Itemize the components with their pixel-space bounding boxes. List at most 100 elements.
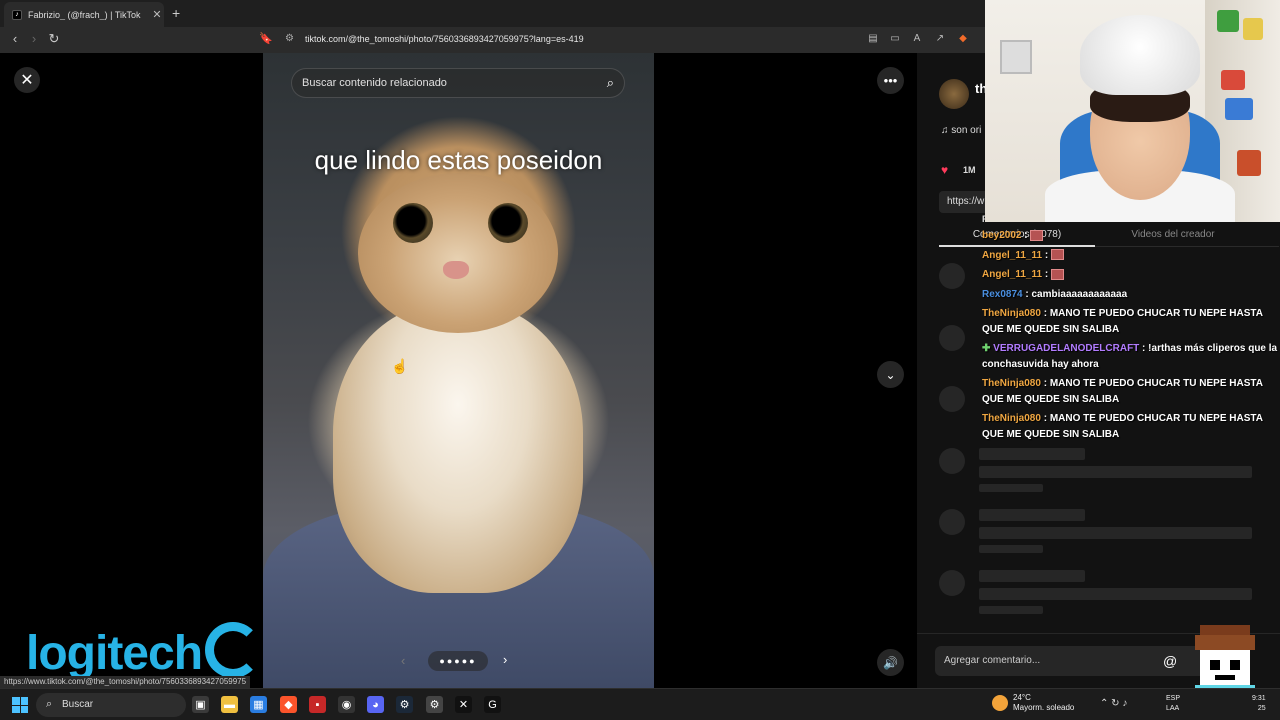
address-bar-url[interactable]: tiktok.com/@the_tomoshi/photo/7560336893…: [305, 34, 584, 44]
cat-body: [333, 303, 583, 593]
search-placeholder: Buscar contenido relacionado: [302, 77, 447, 89]
heart-icon[interactable]: ♥: [941, 163, 948, 177]
cat-photo[interactable]: Buscar contenido relacionado ⌕ que lindo…: [263, 53, 654, 688]
chat-message: TheNinja080 : MANO TE PUEDO CHUCAR TU NE…: [980, 376, 1280, 407]
browser-tabbar: ♪ Fabrizio_ (@frach_) | TikTok ✕ +: [0, 0, 985, 27]
chat-separator: :: [1040, 308, 1050, 319]
chat-separator: :: [1021, 230, 1031, 241]
tab-title: Fabrizio_ (@frach_) | TikTok: [28, 9, 141, 20]
bookmark-icon[interactable]: 🔖: [259, 32, 273, 45]
streamer-webcam: [985, 0, 1280, 222]
brave-shield-icon[interactable]: ◆: [956, 33, 970, 47]
photo-pagination-dots[interactable]: ●●●●●: [428, 651, 488, 671]
share-icon[interactable]: ↗: [933, 33, 947, 47]
language-indicator[interactable]: ESP LAA: [1166, 694, 1180, 714]
logitech-ghub-icon[interactable]: G: [484, 696, 501, 713]
skeleton-line: [979, 570, 1085, 582]
skeleton-line: [979, 466, 1252, 478]
discord-icon[interactable]: ◕: [367, 696, 384, 713]
chat-separator: :: [1042, 249, 1051, 261]
cast-icon[interactable]: ▭: [888, 33, 902, 47]
toy-figure: [1225, 98, 1253, 120]
next-video-button[interactable]: ⌄: [877, 361, 904, 388]
keyboard-layout: LAA: [1166, 705, 1180, 712]
photo-caption: que lindo estas poseidon: [314, 145, 603, 175]
tab-close-icon[interactable]: ✕: [150, 8, 164, 21]
forward-icon[interactable]: ›: [25, 31, 43, 46]
prev-photo-button[interactable]: ‹: [401, 653, 405, 668]
skeleton-line: [979, 545, 1043, 553]
chat-message: TheNinja080 : MANO TE PUEDO CHUCAR TU NE…: [980, 306, 1280, 337]
weather-widget[interactable]: 24°C Mayorm. soleado: [1013, 693, 1074, 713]
chat-username: bey2002: [982, 230, 1022, 241]
skeleton-line: [979, 606, 1043, 614]
brave-browser-icon[interactable]: ◆: [280, 696, 297, 713]
taskbar-clock[interactable]: 9:31 25: [1252, 694, 1266, 714]
app-icon[interactable]: ▪: [309, 696, 326, 713]
creator-avatar[interactable]: [939, 79, 969, 109]
chat-text: cambiaaaaaaaaaaaa: [1031, 288, 1128, 300]
close-button[interactable]: ✕: [14, 67, 40, 93]
comment-placeholder: Agregar comentario...: [944, 655, 1041, 666]
reload-icon[interactable]: ↻: [45, 31, 63, 47]
translate-icon[interactable]: A: [910, 33, 924, 47]
chat-separator: :: [1139, 343, 1149, 354]
music-label[interactable]: ♫ son ori: [941, 125, 981, 136]
weather-sun-icon: [992, 695, 1008, 711]
volume-button[interactable]: 🔊: [877, 649, 904, 676]
windows-start-icon[interactable]: [12, 697, 28, 713]
chat-username: TheNinja080: [982, 413, 1041, 424]
search-icon: ⌕: [46, 698, 53, 710]
settings-icon[interactable]: ⚙: [426, 696, 443, 713]
logitech-logo: logitech: [26, 627, 203, 680]
tiktok-photo-viewer: ✕ Buscar contenido relacionado ⌕ que lin…: [0, 53, 917, 688]
file-explorer-icon[interactable]: ▬: [221, 696, 238, 713]
new-tab-button[interactable]: +: [172, 5, 180, 21]
site-info-icon[interactable]: ⚙: [285, 33, 294, 44]
streamer-cap: [1080, 15, 1200, 95]
toy-figure: [1237, 150, 1261, 176]
chat-emote-icon: [1050, 268, 1064, 280]
stream-chat-overlay: bey2002 : Angel_11_11 : Angel_11_11 : Re…: [980, 228, 1280, 446]
skeleton-avatar: [939, 263, 965, 289]
tiktok-favicon-icon: ♪: [12, 9, 22, 20]
more-options-button[interactable]: •••: [877, 67, 904, 94]
skeleton-line: [979, 588, 1252, 600]
toy-figure: [1243, 18, 1263, 40]
chat-message: bey2002 :: [980, 228, 1280, 244]
skeleton-line: [979, 509, 1085, 521]
like-count: 1M: [963, 165, 976, 175]
toy-figure: [1221, 70, 1245, 90]
browser-navbar: ‹ › ↻ 🔖 ⚙ tiktok.com/@the_tomoshi/photo/…: [0, 27, 985, 53]
steam-icon[interactable]: ⚙: [396, 696, 413, 713]
skeleton-avatar: [939, 509, 965, 535]
search-icon[interactable]: ⌕: [607, 75, 614, 91]
skeleton-line: [979, 484, 1043, 492]
chat-separator: :: [1040, 378, 1050, 389]
clock-date: 25: [1257, 705, 1266, 712]
chat-username: TheNinja080: [982, 308, 1041, 319]
capcut-icon[interactable]: ✕: [455, 696, 472, 713]
obs-icon[interactable]: ◉: [338, 696, 355, 713]
task-view-icon[interactable]: ▣: [192, 696, 209, 713]
hand-cursor-icon: ☝: [391, 358, 409, 374]
taskbar-search-label: Buscar: [62, 699, 94, 710]
cat-nose: [443, 261, 469, 279]
mention-icon[interactable]: @: [1163, 653, 1177, 669]
back-icon[interactable]: ‹: [6, 31, 24, 46]
next-photo-button[interactable]: ›: [503, 652, 507, 667]
taskbar-search[interactable]: Buscar: [36, 693, 186, 717]
cat-eye-right: [488, 203, 528, 243]
cat-eye-left: [393, 203, 433, 243]
browser-tab[interactable]: ♪ Fabrizio_ (@frach_) | TikTok ✕: [4, 2, 164, 27]
store-icon[interactable]: ▦: [250, 696, 267, 713]
chat-message: Angel_11_11 :: [980, 248, 1280, 264]
reader-icon[interactable]: ▤: [866, 33, 880, 47]
chat-emote-icon: [1030, 229, 1044, 241]
toy-figure: [1217, 10, 1239, 32]
weather-desc: Mayorm. soleado: [1013, 703, 1075, 712]
cat-poster: [1000, 40, 1032, 74]
system-tray-icons[interactable]: ⌃ ↻ ♪: [1100, 698, 1127, 709]
related-search-input[interactable]: Buscar contenido relacionado ⌕: [291, 68, 625, 98]
skeleton-avatar: [939, 386, 965, 412]
